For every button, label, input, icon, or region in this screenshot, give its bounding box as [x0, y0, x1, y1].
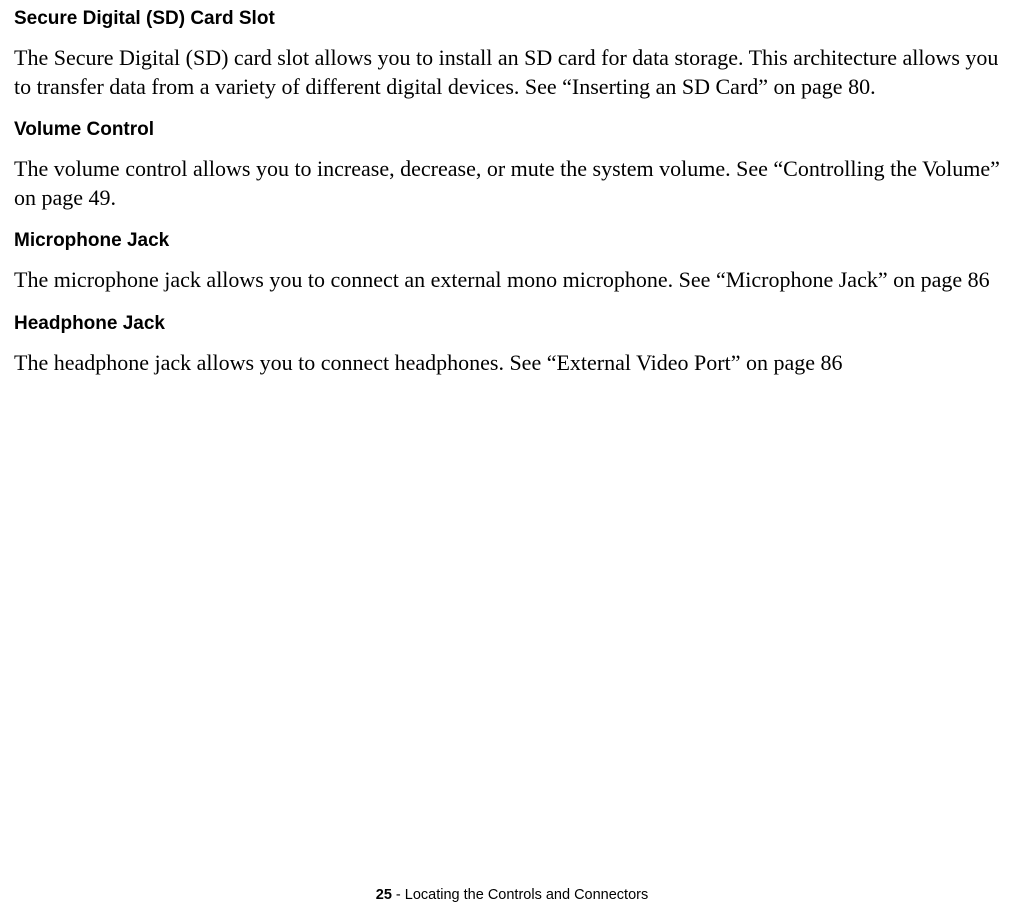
section-sd-card-slot: Secure Digital (SD) Card Slot The Secure…	[14, 8, 1010, 101]
page-number: 25	[376, 887, 392, 903]
body-volume-control: The volume control allows you to increas…	[14, 155, 1010, 212]
heading-volume-control: Volume Control	[14, 119, 1010, 141]
footer-separator: -	[392, 887, 405, 903]
heading-headphone-jack: Headphone Jack	[14, 313, 1010, 335]
heading-microphone-jack: Microphone Jack	[14, 230, 1010, 252]
body-headphone-jack: The headphone jack allows you to connect…	[14, 349, 1010, 378]
page-footer: 25 - Locating the Controls and Connector…	[0, 887, 1024, 903]
section-headphone-jack: Headphone Jack The headphone jack allows…	[14, 313, 1010, 378]
section-microphone-jack: Microphone Jack The microphone jack allo…	[14, 230, 1010, 295]
footer-title: Locating the Controls and Connectors	[405, 887, 648, 903]
body-microphone-jack: The microphone jack allows you to connec…	[14, 266, 1010, 295]
section-volume-control: Volume Control The volume control allows…	[14, 119, 1010, 212]
body-sd-card-slot: The Secure Digital (SD) card slot allows…	[14, 44, 1010, 101]
heading-sd-card-slot: Secure Digital (SD) Card Slot	[14, 8, 1010, 30]
